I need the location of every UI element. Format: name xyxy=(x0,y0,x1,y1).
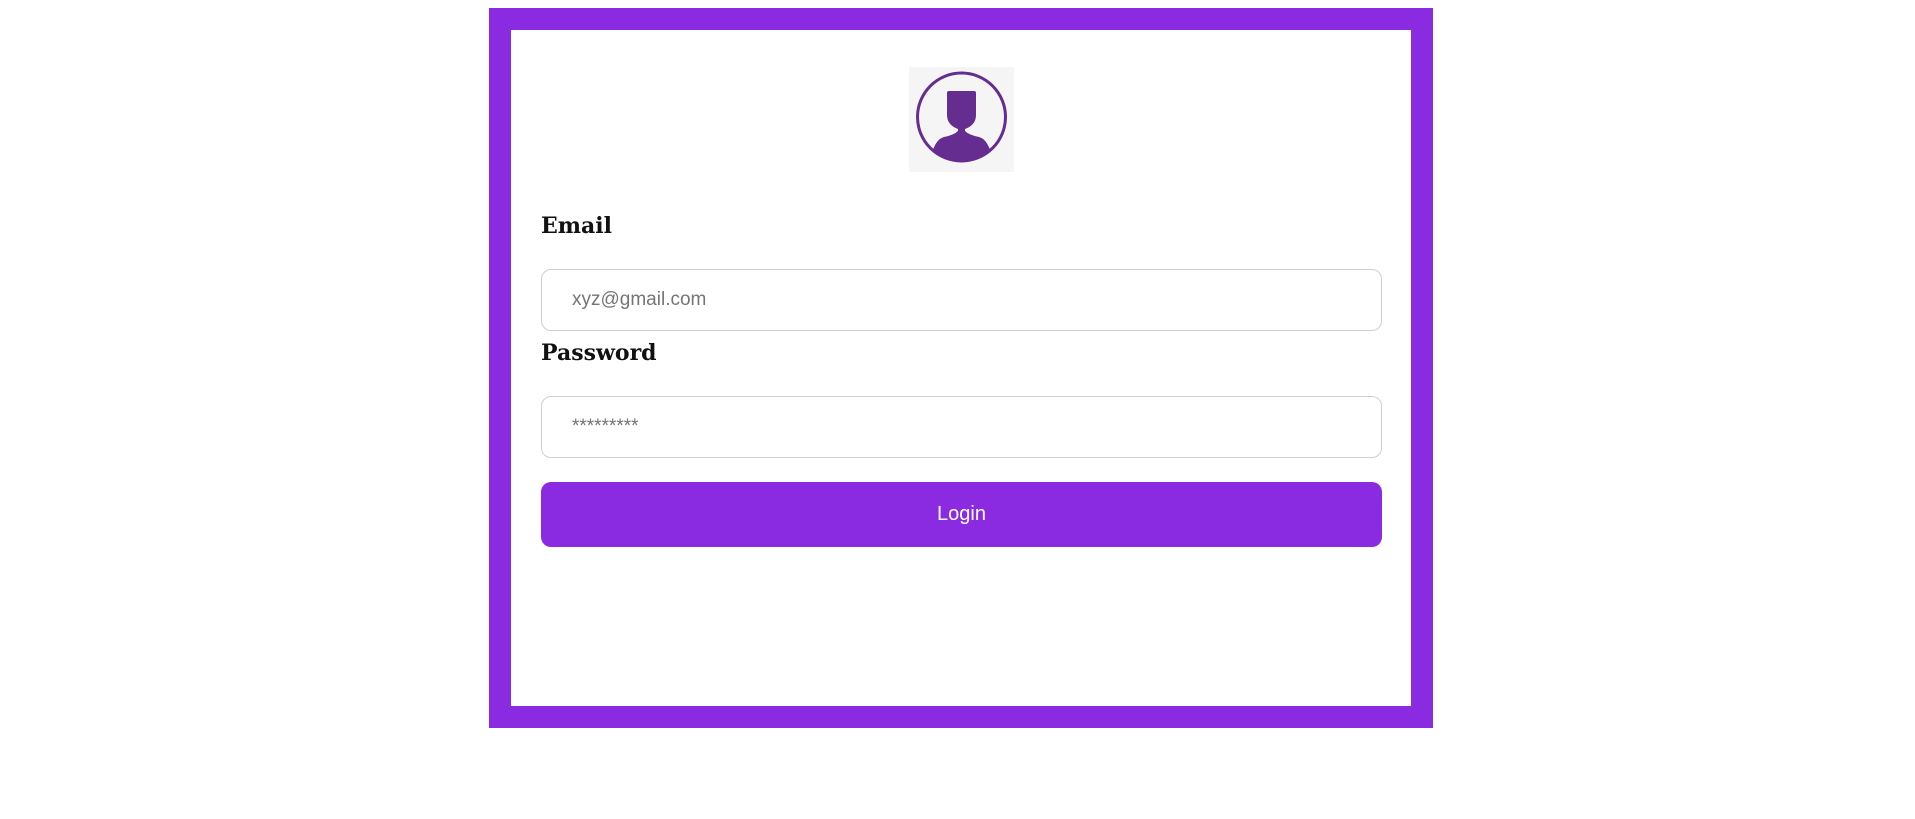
password-field[interactable] xyxy=(541,396,1382,458)
login-frame: Email Password Login xyxy=(489,8,1433,728)
email-field[interactable] xyxy=(541,269,1382,331)
email-label: Email xyxy=(541,213,613,239)
password-label: Password xyxy=(541,340,657,366)
login-button[interactable]: Login xyxy=(541,482,1382,547)
login-card: Email Password Login xyxy=(511,30,1411,706)
user-avatar-icon xyxy=(909,67,1014,172)
